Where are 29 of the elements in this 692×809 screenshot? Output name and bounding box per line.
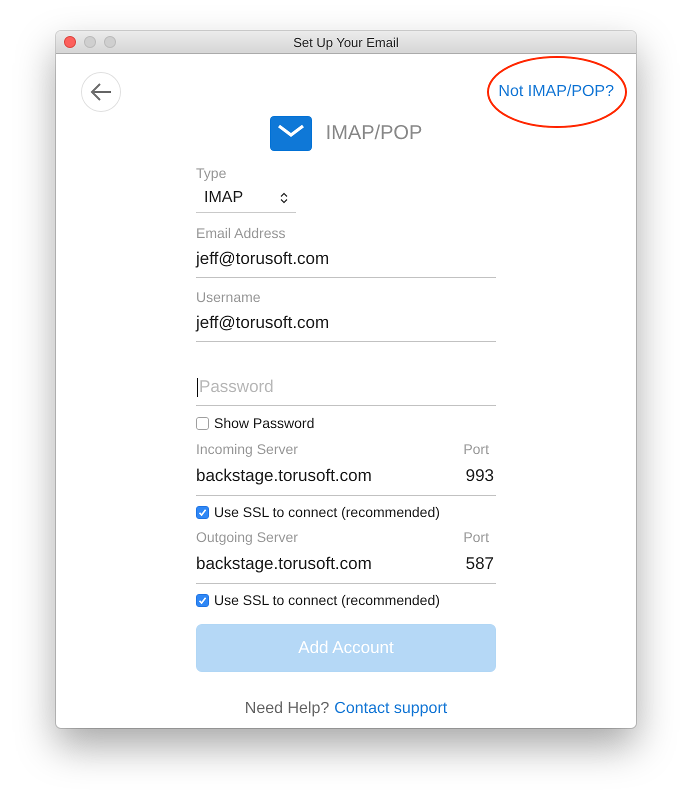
outgoing-server-label: Outgoing Server bbox=[196, 529, 298, 545]
username-label: Username bbox=[196, 289, 262, 305]
window-title: Set Up Your Email bbox=[293, 34, 399, 50]
port-label: Port bbox=[463, 529, 490, 545]
type-select[interactable]: IMAP bbox=[196, 183, 296, 213]
close-button[interactable] bbox=[64, 36, 76, 48]
left-arrow-icon bbox=[89, 82, 113, 102]
email-field[interactable]: jeff@torusoft.com bbox=[196, 241, 496, 278]
chevron-updown-icon bbox=[280, 192, 288, 204]
port-field[interactable]: 993 bbox=[449, 457, 496, 496]
show-password-label: Show Password bbox=[214, 415, 314, 431]
port-field[interactable]: 587 bbox=[449, 545, 496, 584]
account-type-title: IMAP/POP bbox=[326, 122, 422, 144]
email-label: Email Address bbox=[196, 225, 286, 241]
type-label: Type bbox=[196, 165, 228, 181]
checkbox[interactable] bbox=[196, 416, 209, 430]
checkbox[interactable] bbox=[196, 594, 209, 606]
outgoing-server-field[interactable]: backstage.torusoft.com bbox=[196, 545, 449, 584]
incoming-server-label: Incoming Server bbox=[196, 441, 298, 457]
envelope-icon bbox=[270, 116, 312, 150]
ssl-option-label: Use SSL to connect (recommended) bbox=[214, 592, 440, 608]
contact-support-link[interactable]: Contact support bbox=[334, 700, 448, 718]
port-label: Port bbox=[463, 441, 490, 457]
ssl-option-label: Use SSL to connect (recommended) bbox=[214, 504, 440, 520]
help-text: Need Help? bbox=[244, 700, 330, 718]
username-field[interactable]: jeff@torusoft.com bbox=[196, 305, 496, 342]
checkbox[interactable] bbox=[196, 506, 209, 518]
back-button[interactable] bbox=[81, 72, 121, 112]
incoming-server-field[interactable]: backstage.torusoft.com bbox=[196, 457, 449, 496]
